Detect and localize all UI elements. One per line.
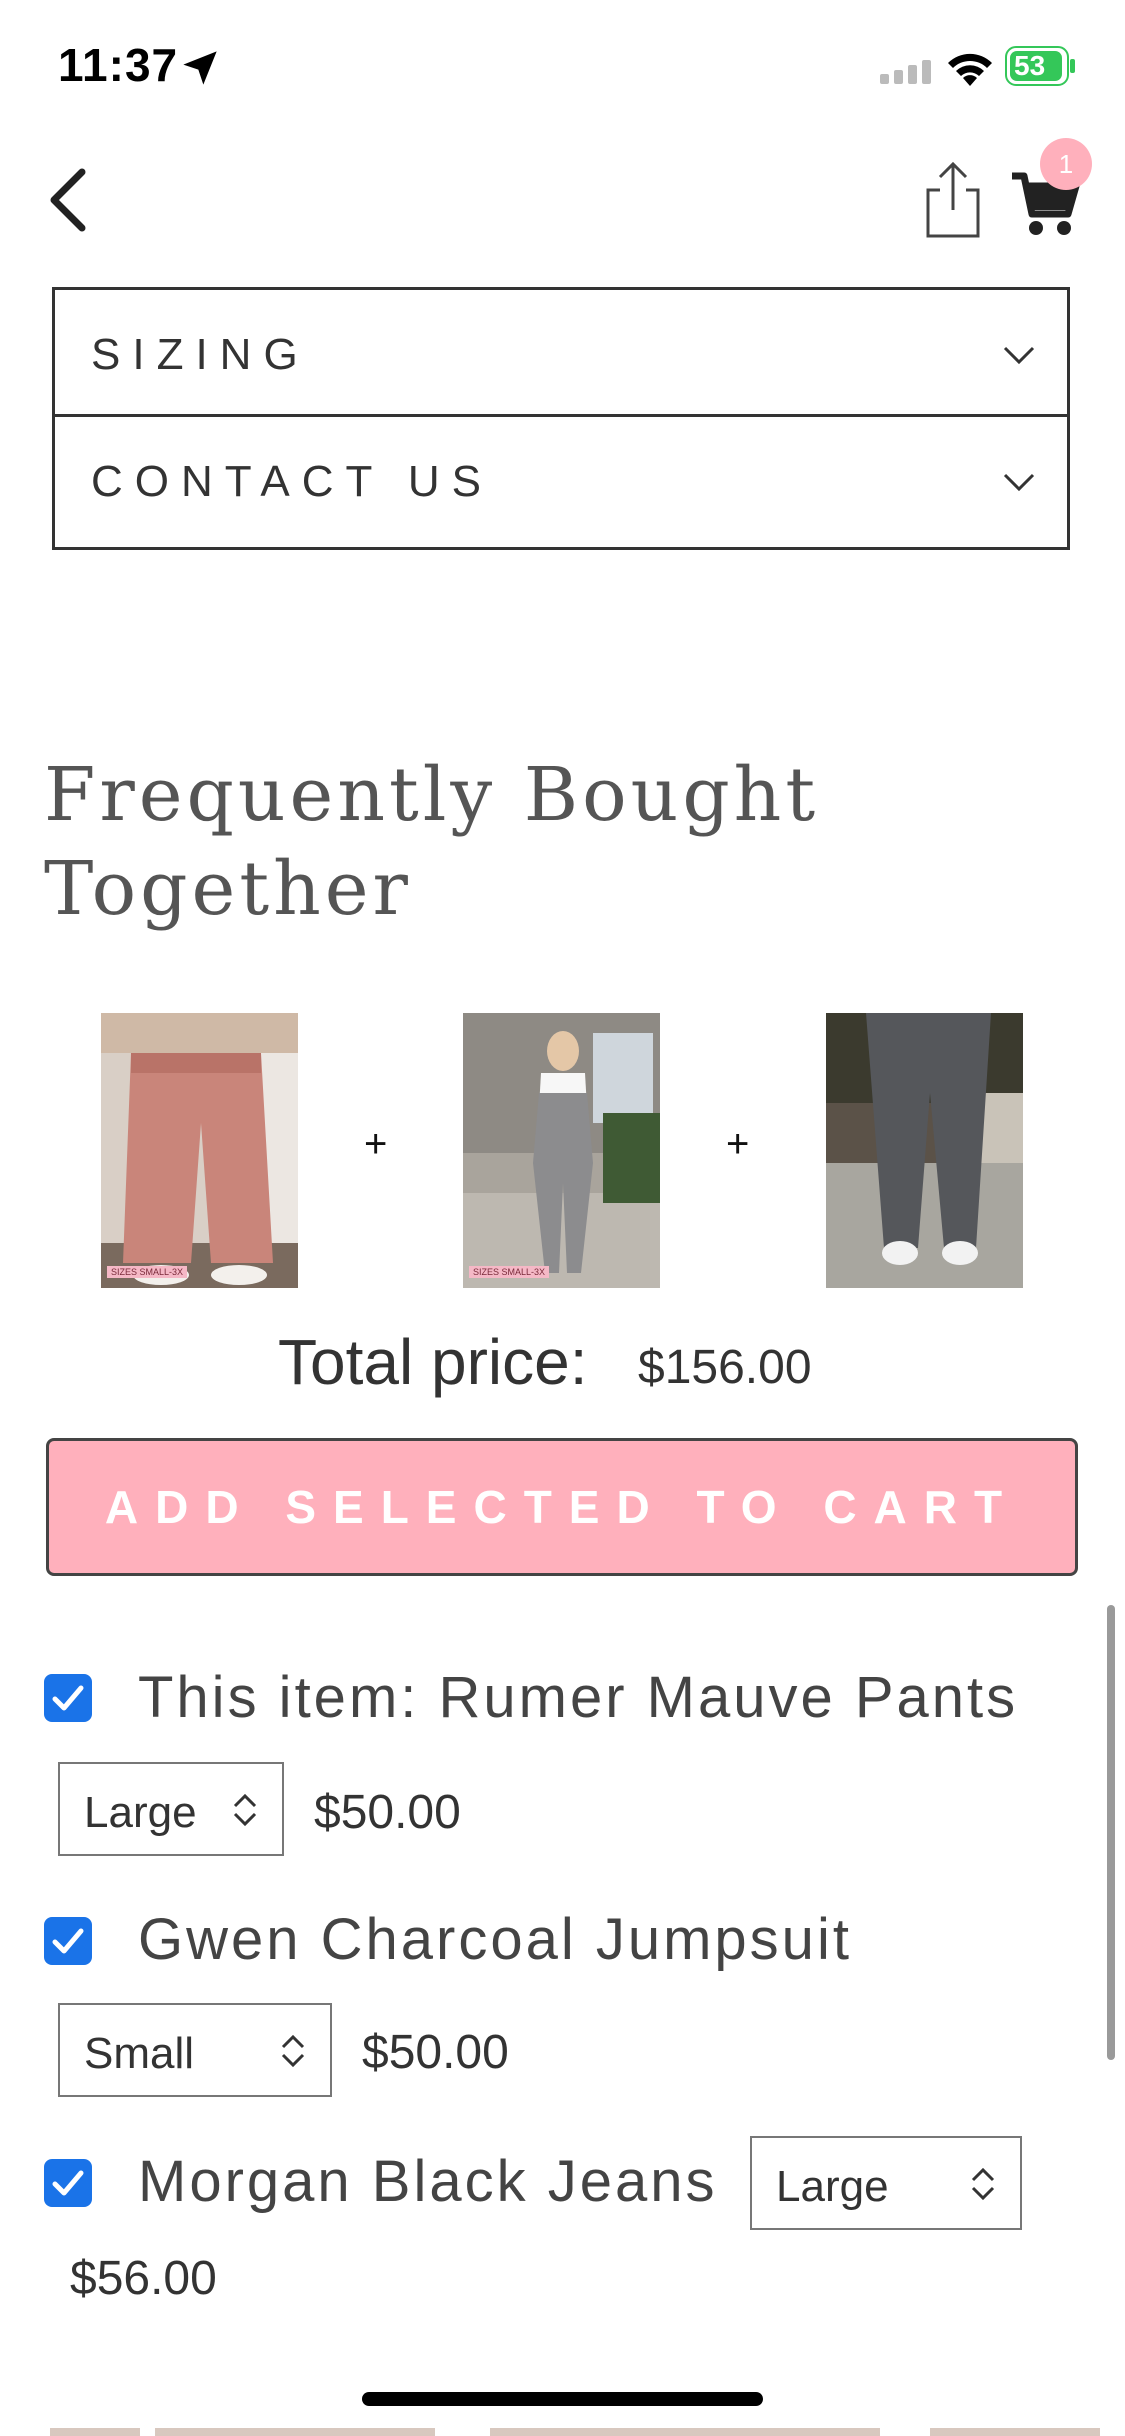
section-title-line1: Frequently Bought: [44, 752, 820, 838]
image-tag: SIZES SMALL-3X: [107, 1266, 188, 1278]
section-title: Frequently Bought Together: [44, 748, 844, 936]
item-name[interactable]: This item: Rumer Mauve Pants: [138, 1664, 1018, 1731]
accordion-label: CONTACT US: [91, 457, 493, 506]
item-name[interactable]: Gwen Charcoal Jumpsuit: [138, 1906, 852, 1973]
home-indicator[interactable]: [362, 2392, 763, 2406]
select-arrows-icon: [233, 1793, 257, 1827]
chevron-down-icon: [1003, 473, 1035, 492]
size-select-value: Small: [84, 2029, 195, 2078]
size-select[interactable]: Large: [750, 2136, 1022, 2230]
size-select[interactable]: Small: [58, 2003, 332, 2097]
section-title-line2: Together: [44, 846, 412, 932]
add-selected-to-cart-button[interactable]: ADD SELECTED TO CART: [46, 1438, 1078, 1576]
item-name[interactable]: Morgan Black Jeans: [138, 2148, 717, 2215]
item-checkbox[interactable]: [44, 1674, 92, 1722]
accordion-contact-us[interactable]: CONTACT US: [52, 417, 1070, 550]
battery-level: 53: [1010, 51, 1062, 81]
select-arrows-icon: [281, 2034, 305, 2068]
item-checkbox[interactable]: [44, 2159, 92, 2207]
total-price-label: Total price:: [278, 1326, 588, 1398]
wifi-icon: [948, 53, 992, 86]
share-button[interactable]: [920, 160, 986, 240]
image-tag: SIZES SMALL-3X: [469, 1266, 550, 1278]
product-image-rumer-mauve-pants[interactable]: SIZES SMALL-3X: [101, 1013, 298, 1288]
product-image-gwen-charcoal-jumpsuit[interactable]: SIZES SMALL-3X: [463, 1013, 660, 1288]
plus-sign: +: [726, 1122, 750, 1166]
cart-count-badge: 1: [1040, 138, 1092, 190]
plus-sign: +: [364, 1122, 388, 1166]
total-price-value: $156.00: [638, 1341, 812, 1394]
item-checkbox[interactable]: [44, 1917, 92, 1965]
item-price: $56.00: [70, 2252, 217, 2305]
scrollbar[interactable]: [1107, 1605, 1115, 2060]
cellular-signal-icon: [880, 60, 931, 84]
item-price: $50.00: [362, 2026, 509, 2079]
peek-image: [155, 2428, 435, 2436]
accordion-sizing[interactable]: SIZING: [52, 287, 1070, 417]
back-button[interactable]: [40, 160, 100, 240]
select-arrows-icon: [971, 2167, 995, 2201]
chevron-down-icon: [1003, 346, 1035, 365]
size-select-value: Large: [84, 1788, 197, 1837]
accordion-label: SIZING: [91, 330, 310, 379]
peek-image: [930, 2428, 1100, 2436]
battery-icon: 53: [1005, 46, 1077, 86]
peek-image: [50, 2428, 140, 2436]
status-time: 11:37: [58, 39, 179, 91]
peek-image: [490, 2428, 880, 2436]
item-price: $50.00: [314, 1786, 461, 1839]
size-select[interactable]: Large: [58, 1762, 284, 1856]
location-arrow-icon: [183, 51, 217, 85]
size-select-value: Large: [776, 2162, 889, 2211]
product-image-morgan-black-jeans[interactable]: [826, 1013, 1023, 1288]
